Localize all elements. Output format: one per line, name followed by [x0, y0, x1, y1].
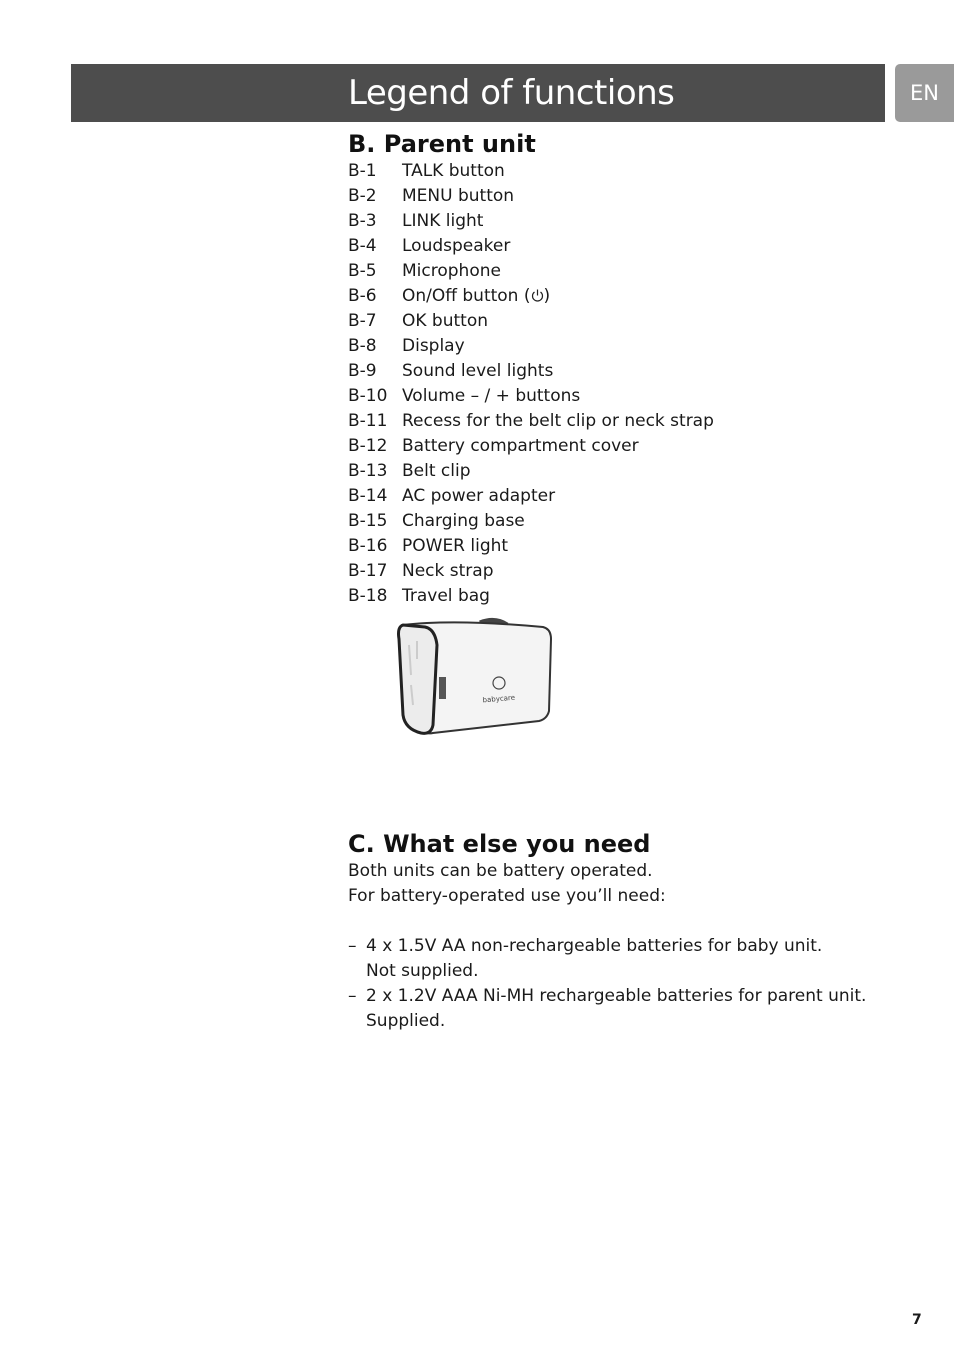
legend-item: B-14 AC power adapter: [348, 485, 555, 507]
item-label: Battery compartment cover: [402, 436, 639, 456]
bullet-continuation: Supplied.: [366, 1011, 446, 1031]
item-code: B-12: [348, 436, 388, 456]
item-label: Loudspeaker: [402, 236, 511, 256]
legend-item: B-17 Neck strap: [348, 560, 494, 582]
item-label: Travel bag: [402, 586, 490, 606]
item-code: B-10: [348, 386, 388, 406]
intro-line: For battery-operated use you’ll need:: [348, 886, 666, 906]
item-label: TALK button: [402, 161, 505, 181]
legend-item: B-3 LINK light: [348, 210, 483, 232]
item-label: POWER light: [402, 536, 509, 556]
item-code: B-6: [348, 286, 377, 306]
item-label: Charging base: [402, 511, 525, 531]
item-code: B-17: [348, 561, 388, 581]
section-b-heading: B. Parent unit: [348, 130, 536, 158]
item-label: Volume – / + buttons: [402, 386, 581, 406]
item-code: B-14: [348, 486, 388, 506]
item-code: B-2: [348, 186, 377, 206]
legend-item: B-1 TALK button: [348, 160, 505, 182]
item-code: B-5: [348, 261, 377, 281]
item-label: Sound level lights: [402, 361, 554, 381]
item-code: B-7: [348, 311, 377, 331]
item-code: B-15: [348, 511, 388, 531]
power-icon: [531, 287, 544, 309]
page-number: 7: [912, 1312, 922, 1328]
item-label: Neck strap: [402, 561, 494, 581]
item-label: OK button: [402, 311, 489, 331]
page-title: Legend of functions: [348, 73, 675, 113]
legend-item: B-8 Display: [348, 335, 465, 357]
legend-item: B-6 On/Off button (): [348, 285, 550, 309]
legend-item: B-15 Charging base: [348, 510, 525, 532]
bullet-continuation: Not supplied.: [366, 961, 479, 981]
section-c-heading: C. What else you need: [348, 830, 651, 858]
legend-item: B-5 Microphone: [348, 260, 501, 282]
item-label: Microphone: [402, 261, 501, 281]
item-label: Recess for the belt clip or neck strap: [402, 411, 714, 431]
item-code: B-3: [348, 211, 377, 231]
legend-item: B-16 POWER light: [348, 535, 508, 557]
item-label: LINK light: [402, 211, 484, 231]
item-code: B-16: [348, 536, 388, 556]
legend-item: B-12 Battery compartment cover: [348, 435, 639, 457]
item-label: MENU button: [402, 186, 515, 206]
legend-item: B-13 Belt clip: [348, 460, 471, 482]
item-label: On/Off button (: [402, 286, 531, 306]
legend-item: B-18 Travel bag: [348, 585, 490, 607]
language-tab: EN: [895, 64, 954, 122]
bullet-item: –4 x 1.5V AA non-rechargeable batteries …: [348, 936, 823, 956]
legend-item: B-9 Sound level lights: [348, 360, 553, 382]
item-label-suffix: ): [543, 286, 551, 306]
intro-line: Both units can be battery operated.: [348, 861, 653, 881]
item-code: B-9: [348, 361, 377, 381]
item-code: B-13: [348, 461, 388, 481]
item-label: Belt clip: [402, 461, 471, 481]
bullet-item: –2 x 1.2V AAA Ni-MH rechargeable batteri…: [348, 986, 867, 1006]
item-code: B-4: [348, 236, 377, 256]
legend-item: B-10 Volume – / + buttons: [348, 385, 580, 407]
legend-item: B-11 Recess for the belt clip or neck str…: [348, 410, 714, 432]
item-label: AC power adapter: [402, 486, 556, 506]
header-bar: Legend of functions: [71, 64, 885, 122]
item-label: Display: [402, 336, 465, 356]
travel-bag-image: babycare: [395, 615, 555, 744]
item-code: B-18: [348, 586, 388, 606]
item-code: B-1: [348, 161, 377, 181]
legend-item: B-4 Loudspeaker: [348, 235, 510, 257]
legend-item: B-2 MENU button: [348, 185, 514, 207]
item-code: B-11: [348, 411, 388, 431]
item-code: B-8: [348, 336, 377, 356]
legend-item: B-7 OK button: [348, 310, 488, 332]
